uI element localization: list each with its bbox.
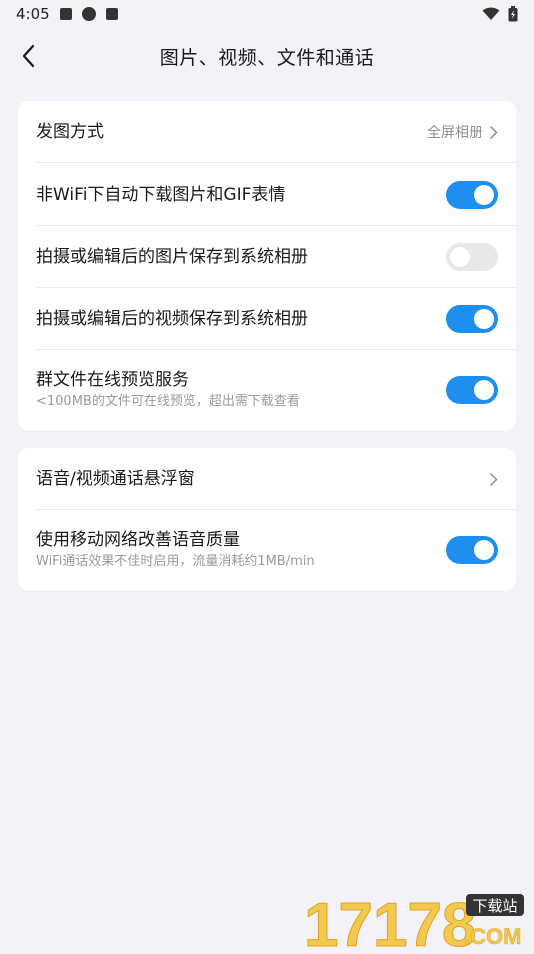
mobile-network-row: 使用移动网络改善语音质量 WiFi通话效果不佳时启用，流量消耗约1MB/min [18, 510, 516, 590]
save-photo-toggle[interactable] [446, 243, 498, 271]
status-bar: 4:05 [0, 0, 534, 28]
save-photo-label: 拍摄或编辑后的图片保存到系统相册 [36, 246, 446, 268]
auto-download-label: 非WiFi下自动下载图片和GIF表情 [36, 184, 446, 206]
float-window-row[interactable]: 语音/视频通话悬浮窗 [18, 448, 516, 510]
watermark-logo: 17178 下载站 .COM [304, 890, 526, 950]
chevron-right-icon [489, 125, 498, 140]
auto-download-row: 非WiFi下自动下载图片和GIF表情 [18, 163, 516, 226]
settings-card-media: 发图方式 全屏相册 非WiFi下自动下载图片和GIF表情 拍摄或编辑后的图片保存… [18, 101, 516, 430]
save-video-row: 拍摄或编辑后的视频保存到系统相册 [18, 288, 516, 350]
chevron-right-icon [489, 472, 498, 487]
file-preview-row: 群文件在线预览服务 <100MB的文件可在线预览，超出需下载查看 [18, 350, 516, 430]
back-button[interactable] [12, 40, 44, 72]
float-window-label: 语音/视频通话悬浮窗 [36, 468, 489, 490]
page-title: 图片、视频、文件和通话 [160, 43, 375, 70]
send-image-mode-row[interactable]: 发图方式 全屏相册 [18, 101, 516, 163]
save-photo-row: 拍摄或编辑后的图片保存到系统相册 [18, 226, 516, 288]
svg-text:下载站: 下载站 [472, 897, 517, 915]
send-image-mode-label: 发图方式 [36, 121, 427, 143]
auto-download-toggle[interactable] [446, 181, 498, 209]
save-video-label: 拍摄或编辑后的视频保存到系统相册 [36, 308, 446, 330]
status-time: 4:05 [16, 5, 50, 23]
battery-icon [508, 6, 518, 22]
file-preview-subtitle: <100MB的文件可在线预览，超出需下载查看 [36, 393, 446, 411]
nav-bar: 图片、视频、文件和通话 [0, 28, 534, 84]
mobile-network-subtitle: WiFi通话效果不佳时启用，流量消耗约1MB/min [36, 553, 446, 571]
mobile-network-label: 使用移动网络改善语音质量 [36, 529, 446, 551]
font-icon [106, 8, 118, 20]
mobile-network-toggle[interactable] [446, 536, 498, 564]
mail-icon [60, 8, 72, 20]
svg-text:.COM: .COM [464, 924, 521, 949]
settings-card-calls: 语音/视频通话悬浮窗 使用移动网络改善语音质量 WiFi通话效果不佳时启用，流量… [18, 448, 516, 590]
svg-text:17178: 17178 [304, 891, 476, 950]
send-image-mode-value: 全屏相册 [427, 122, 483, 142]
save-video-toggle[interactable] [446, 305, 498, 333]
app-icon [82, 7, 96, 21]
back-arrow-icon [21, 44, 35, 68]
file-preview-label: 群文件在线预览服务 [36, 369, 446, 391]
file-preview-toggle[interactable] [446, 376, 498, 404]
wifi-icon [482, 7, 500, 21]
